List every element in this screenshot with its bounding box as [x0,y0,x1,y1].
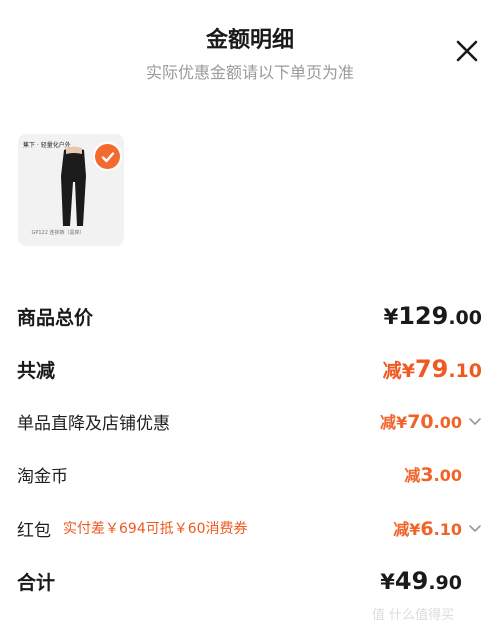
row-sum: 合计 ¥ 49 .90 [17,565,482,597]
selected-check[interactable] [93,142,122,171]
row-red-packet[interactable]: 红包 实付差￥694可抵￥60消费券 减 ¥ 6 .10 [17,513,482,543]
currency-symbol: ¥ [409,520,421,539]
chevron-down-icon[interactable] [468,521,482,535]
total-price-label: 商品总价 [17,306,94,329]
coins-label: 淘金币 [17,466,68,487]
sheet-subtitle: 实际优惠金额请以下单页为准 [145,63,354,82]
currency-symbol: ¥ [380,570,395,594]
red-packet-note: 实付差￥694可抵￥60消费券 [63,521,248,537]
close-icon [456,40,478,62]
amount-integer: 6 [420,518,434,540]
total-discount-label: 共减 [17,359,56,382]
total-discount-amount: 减 ¥ 79 .10 [383,355,482,383]
currency-symbol: ¥ [396,413,408,432]
row-total-discount: 共减 减 ¥ 79 .10 [17,353,482,385]
amount-decimal: .90 [428,572,462,594]
amount-integer: 49 [394,567,429,595]
sum-amount: ¥ 49 .90 [380,567,482,595]
amount-decimal: .10 [448,360,482,382]
product-caption: GP122 连袜裤（黑棉） [31,230,85,236]
sum-label: 合计 [17,571,56,594]
currency-symbol: ¥ [383,305,399,329]
red-packet-amount: 减 ¥ 6 .10 [393,516,482,540]
minus-prefix: 减 [393,520,410,539]
row-taobao-coins: 淘金币 减 3 .00 [17,459,482,489]
amount-decimal: .10 [433,520,462,539]
minus-prefix: 减 [404,466,421,485]
check-icon [101,151,114,162]
red-packet-label: 红包 [17,520,51,541]
amount-integer: 79 [414,355,449,383]
sheet-title: 金额明细 [205,28,294,53]
shop-discount-label: 单品直降及店铺优惠 [17,413,170,434]
watermark: 值 什么值得买 [372,608,455,623]
amount-decimal: .00 [448,307,482,329]
amount-decimal: .00 [433,413,462,432]
amount-integer: 129 [398,302,449,330]
close-button[interactable] [454,38,480,64]
minus-prefix: 减 [380,413,397,432]
coins-amount: 减 3 .00 [404,462,482,486]
currency-symbol: ¥ [401,360,415,382]
shop-discount-amount: 减 ¥ 70 .00 [380,409,482,433]
leggings-image [61,146,86,226]
chevron-down-icon[interactable] [468,414,482,428]
amount-detail-sheet: 金额明细 实际优惠金额请以下单页为准 蕉下 · 轻量化户外 GP122 连袜裤（… [0,0,500,637]
row-total-price: 商品总价 ¥ 129 .00 [17,300,482,332]
minus-prefix: 减 [382,360,402,382]
row-shop-discount[interactable]: 单品直降及店铺优惠 减 ¥ 70 .00 [17,406,482,436]
amount-integer: 70 [407,411,434,433]
amount-decimal: .00 [433,466,462,485]
total-price-amount: ¥ 129 .00 [384,302,482,330]
amount-integer: 3 [420,464,434,486]
red-packet-label-group: 红包 实付差￥694可抵￥60消费券 [17,516,248,541]
